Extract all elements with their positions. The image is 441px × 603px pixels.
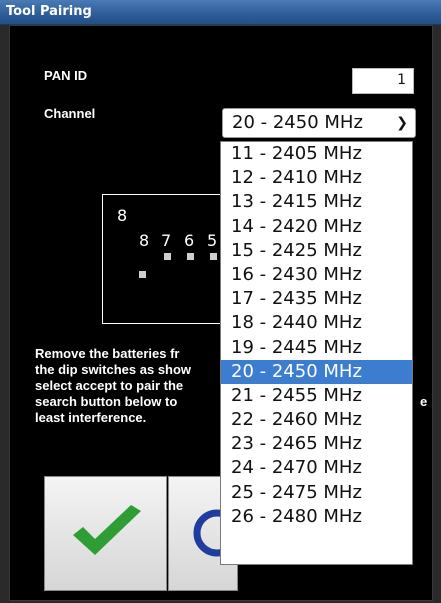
channel-option[interactable]: 17 - 2435 MHz bbox=[221, 287, 412, 311]
accept-button[interactable] bbox=[44, 476, 167, 591]
instruction-fragment: e bbox=[420, 394, 428, 409]
dip-switch-5-up bbox=[210, 253, 217, 260]
checkmark-icon bbox=[73, 505, 141, 555]
channel-option[interactable]: 22 - 2460 MHz bbox=[221, 408, 412, 432]
channel-option[interactable]: 14 - 2420 MHz bbox=[221, 215, 412, 239]
channel-select[interactable]: 20 - 2450 MHz ❯ bbox=[222, 108, 416, 138]
dip-number-8: 8 bbox=[139, 231, 150, 250]
channel-label: Channel bbox=[44, 106, 96, 121]
channel-option[interactable]: 24 - 2470 MHz bbox=[221, 456, 412, 480]
channel-option[interactable]: 23 - 2465 MHz bbox=[221, 432, 412, 456]
channel-option[interactable]: 19 - 2445 MHz bbox=[221, 336, 412, 360]
channel-option[interactable]: 11 - 2405 MHz bbox=[221, 142, 412, 166]
channel-option[interactable]: 15 - 2425 MHz bbox=[221, 239, 412, 263]
dip-switch-diagram: 8 C 8 7 6 5 C bbox=[102, 194, 234, 324]
chevron-down-icon: ❯ bbox=[396, 115, 408, 131]
dip-switch-8-down bbox=[139, 271, 146, 278]
pan-id-input[interactable]: 1 bbox=[352, 68, 414, 94]
pan-id-label: PAN ID bbox=[44, 68, 88, 83]
dip-number-5: 5 bbox=[207, 231, 218, 250]
channel-option[interactable]: 20 - 2450 MHz bbox=[221, 359, 412, 384]
channel-option[interactable]: 13 - 2415 MHz bbox=[221, 190, 412, 214]
channel-option[interactable]: 16 - 2430 MHz bbox=[221, 263, 412, 287]
dip-number-6: 6 bbox=[184, 231, 195, 250]
channel-dropdown-list[interactable]: 11 - 2405 MHz 12 - 2410 MHz 13 - 2415 MHz 1… bbox=[220, 141, 413, 565]
dip-label-top-left: 8 bbox=[117, 206, 128, 225]
dip-switch-6-up bbox=[187, 253, 194, 260]
channel-option[interactable]: 12 - 2410 MHz bbox=[221, 166, 412, 190]
channel-option[interactable]: 21 - 2455 MHz bbox=[221, 384, 412, 408]
channel-option[interactable]: 25 - 2475 MHz bbox=[221, 481, 412, 505]
dip-number-7: 7 bbox=[161, 231, 172, 250]
dip-switch-7-up bbox=[164, 253, 171, 260]
window-title: Tool Pairing bbox=[6, 4, 92, 19]
title-bar: Tool Pairing bbox=[0, 0, 441, 25]
channel-selected-value: 20 - 2450 MHz bbox=[232, 112, 363, 133]
channel-option[interactable]: 26 - 2480 MHz bbox=[221, 505, 412, 529]
channel-option[interactable]: 18 - 2440 MHz bbox=[221, 311, 412, 335]
